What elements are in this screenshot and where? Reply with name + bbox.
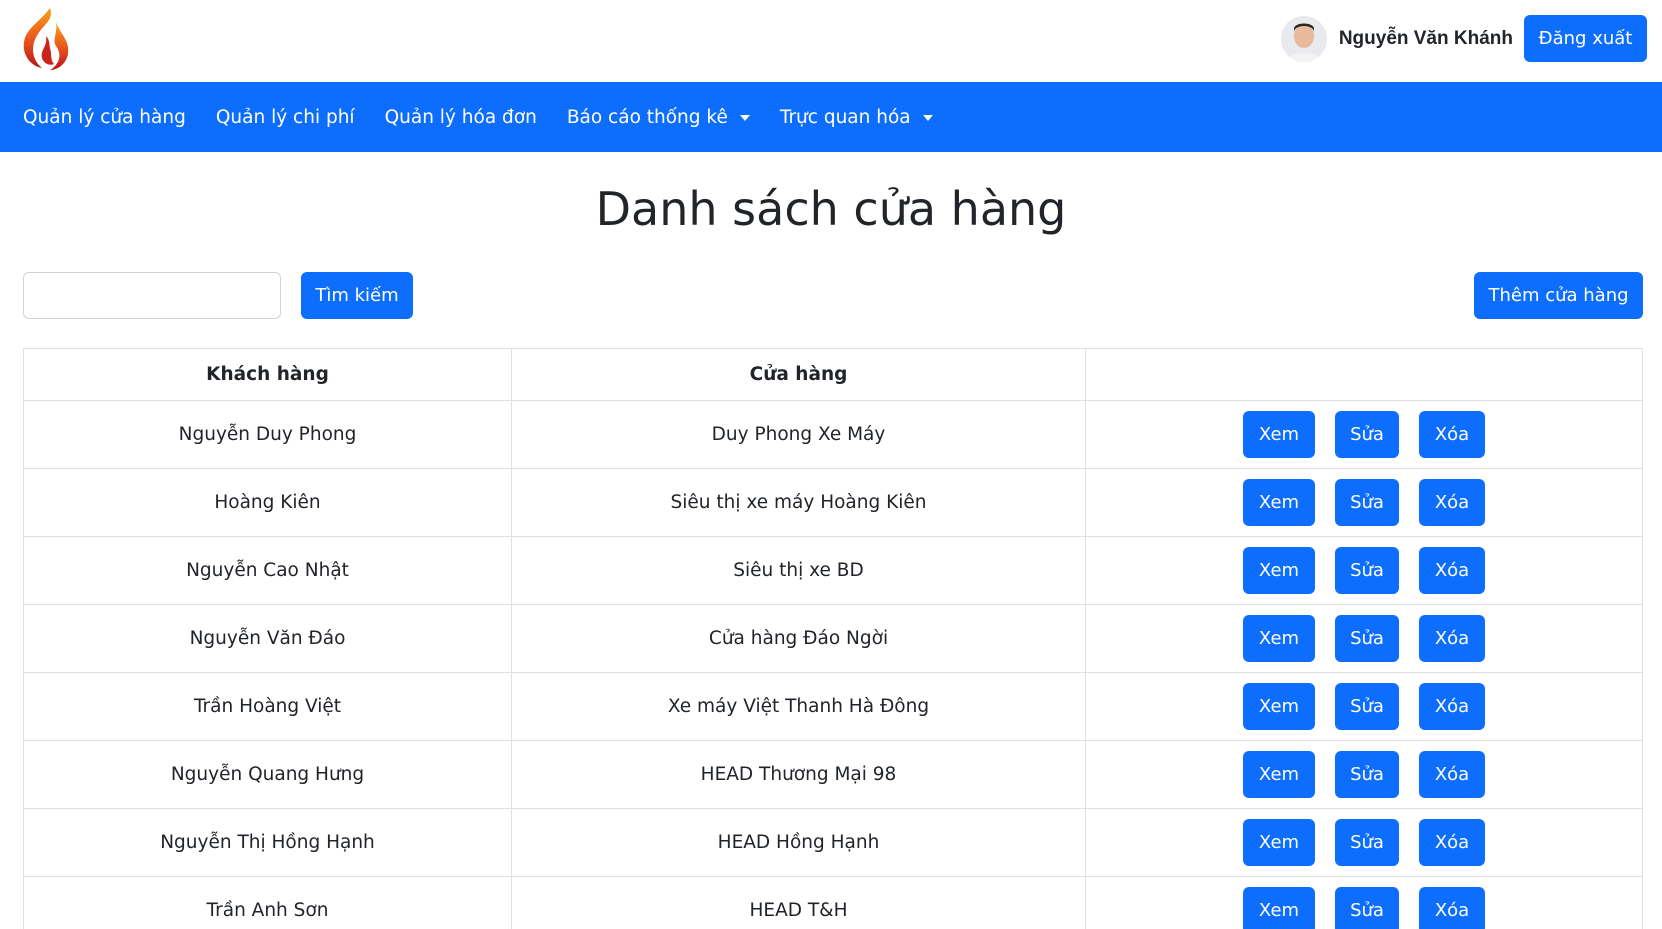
customer-name-cell: Hoàng Kiên (23, 468, 512, 537)
edit-button[interactable]: Sửa (1335, 615, 1399, 662)
edit-button[interactable]: Sửa (1335, 683, 1399, 730)
edit-button[interactable]: Sửa (1335, 751, 1399, 798)
view-button[interactable]: Xem (1243, 819, 1315, 866)
view-button[interactable]: Xem (1243, 887, 1315, 929)
table-row: Trần Hoàng Việt Xe máy Việt Thanh Hà Đông… (23, 672, 1643, 741)
customer-name-cell: Nguyễn Văn Đáo (23, 604, 512, 673)
user-avatar[interactable] (1280, 15, 1327, 62)
store-table: Khách hàng Cửa hàng Nguyễn Duy Phong Duy … (23, 348, 1643, 929)
actions-cell: Xem Sửa Xóa (1085, 468, 1643, 537)
nav-item-label: Quản lý hóa đơn (384, 106, 537, 128)
delete-button[interactable]: Xóa (1419, 411, 1485, 458)
edit-button[interactable]: Sửa (1335, 819, 1399, 866)
customer-name-cell: Nguyễn Duy Phong (23, 400, 512, 469)
nav-item-label: Trực quan hóa (779, 106, 911, 128)
table-row: Trần Anh Sơn HEAD T&H Xem Sửa Xóa (23, 876, 1643, 929)
table-row: Hoàng Kiên Siêu thị xe máy Hoàng Kiên Xem S… (23, 468, 1643, 537)
edit-button[interactable]: Sửa (1335, 887, 1399, 929)
customer-name-cell: Nguyễn Thị Hồng Hạnh (23, 808, 512, 877)
main-navbar: Quản lý cửa hàng Quản lý chi phí Quản lý… (0, 82, 1662, 152)
store-name-cell: Xe máy Việt Thanh Hà Đông (511, 672, 1086, 741)
actions-cell: Xem Sửa Xóa (1085, 808, 1643, 877)
edit-button[interactable]: Sửa (1335, 411, 1399, 458)
column-header-store: Cửa hàng (511, 348, 1086, 401)
table-body: Nguyễn Duy Phong Duy Phong Xe Máy Xem Sửa Xó… (23, 400, 1643, 929)
table-row: Nguyễn Văn Đáo Cửa hàng Đáo Ngời Xem Sửa Xóa (23, 604, 1643, 673)
caret-down-icon (922, 115, 933, 121)
store-name-cell: HEAD Thương Mại 98 (511, 740, 1086, 809)
table-row: Nguyễn Thị Hồng Hạnh HEAD Hồng Hạnh Xem Sửa… (23, 808, 1643, 877)
table-row: Nguyễn Quang Hưng HEAD Thương Mại 98 Xem Sử… (23, 740, 1643, 809)
nav-item-invoice-management[interactable]: Quản lý hóa đơn (385, 107, 537, 128)
actions-cell: Xem Sửa Xóa (1085, 672, 1643, 741)
store-name-cell: HEAD T&H (511, 876, 1086, 929)
nav-item-label: Quản lý cửa hàng (23, 106, 186, 128)
delete-button[interactable]: Xóa (1419, 547, 1485, 594)
actions-cell: Xem Sửa Xóa (1085, 740, 1643, 809)
store-name-cell: Duy Phong Xe Máy (511, 400, 1086, 469)
store-table-container: Khách hàng Cửa hàng Nguyễn Duy Phong Duy … (23, 348, 1643, 929)
store-name-cell: HEAD Hồng Hạnh (511, 808, 1086, 877)
customer-name-cell: Nguyễn Quang Hưng (23, 740, 512, 809)
nav-item-expense-management[interactable]: Quản lý chi phí (216, 107, 355, 128)
customer-name-cell: Trần Anh Sơn (23, 876, 512, 929)
page-title: Danh sách cửa hàng (595, 182, 1067, 236)
column-header-customer: Khách hàng (23, 348, 512, 401)
actions-cell: Xem Sửa Xóa (1085, 400, 1643, 469)
column-header-actions (1085, 348, 1643, 401)
nav-item-store-management[interactable]: Quản lý cửa hàng (23, 107, 186, 128)
table-row: Nguyễn Cao Nhật Siêu thị xe BD Xem Sửa Xóa (23, 536, 1643, 605)
delete-button[interactable]: Xóa (1419, 819, 1485, 866)
delete-button[interactable]: Xóa (1419, 683, 1485, 730)
actions-cell: Xem Sửa Xóa (1085, 536, 1643, 605)
store-name-cell: Cửa hàng Đáo Ngời (511, 604, 1086, 673)
view-button[interactable]: Xem (1243, 615, 1315, 662)
actions-cell: Xem Sửa Xóa (1085, 876, 1643, 929)
delete-button[interactable]: Xóa (1419, 479, 1485, 526)
search-input[interactable] (23, 272, 281, 319)
store-name-cell: Siêu thị xe máy Hoàng Kiên (511, 468, 1086, 537)
logout-button[interactable]: Đăng xuất (1524, 15, 1647, 62)
delete-button[interactable]: Xóa (1419, 887, 1485, 929)
nav-item-reports-dropdown[interactable]: Báo cáo thống kê (567, 107, 750, 128)
view-button[interactable]: Xem (1243, 547, 1315, 594)
view-button[interactable]: Xem (1243, 479, 1315, 526)
customer-name-cell: Nguyễn Cao Nhật (23, 536, 512, 605)
table-header-row: Khách hàng Cửa hàng (23, 348, 1643, 401)
view-button[interactable]: Xem (1243, 411, 1315, 458)
search-button[interactable]: Tìm kiếm (301, 272, 413, 319)
edit-button[interactable]: Sửa (1335, 547, 1399, 594)
table-row: Nguyễn Duy Phong Duy Phong Xe Máy Xem Sửa Xó… (23, 400, 1643, 469)
user-panel: Nguyễn Văn Khánh Đăng xuất (1280, 15, 1647, 62)
delete-button[interactable]: Xóa (1419, 615, 1485, 662)
add-store-button[interactable]: Thêm cửa hàng (1474, 272, 1643, 319)
view-button[interactable]: Xem (1243, 683, 1315, 730)
delete-button[interactable]: Xóa (1419, 751, 1485, 798)
nav-item-label: Quản lý chi phí (215, 106, 355, 128)
store-name-cell: Siêu thị xe BD (511, 536, 1086, 605)
actions-cell: Xem Sửa Xóa (1085, 604, 1643, 673)
caret-down-icon (739, 115, 750, 121)
user-name: Nguyễn Văn Khánh (1338, 27, 1513, 49)
top-header: Nguyễn Văn Khánh Đăng xuất (0, 0, 1662, 82)
view-button[interactable]: Xem (1243, 751, 1315, 798)
nav-item-visualization-dropdown[interactable]: Trực quan hóa (780, 107, 933, 128)
flame-logo-icon[interactable] (20, 6, 74, 74)
nav-item-label: Báo cáo thống kê (566, 106, 728, 128)
customer-name-cell: Trần Hoàng Việt (23, 672, 512, 741)
edit-button[interactable]: Sửa (1335, 479, 1399, 526)
